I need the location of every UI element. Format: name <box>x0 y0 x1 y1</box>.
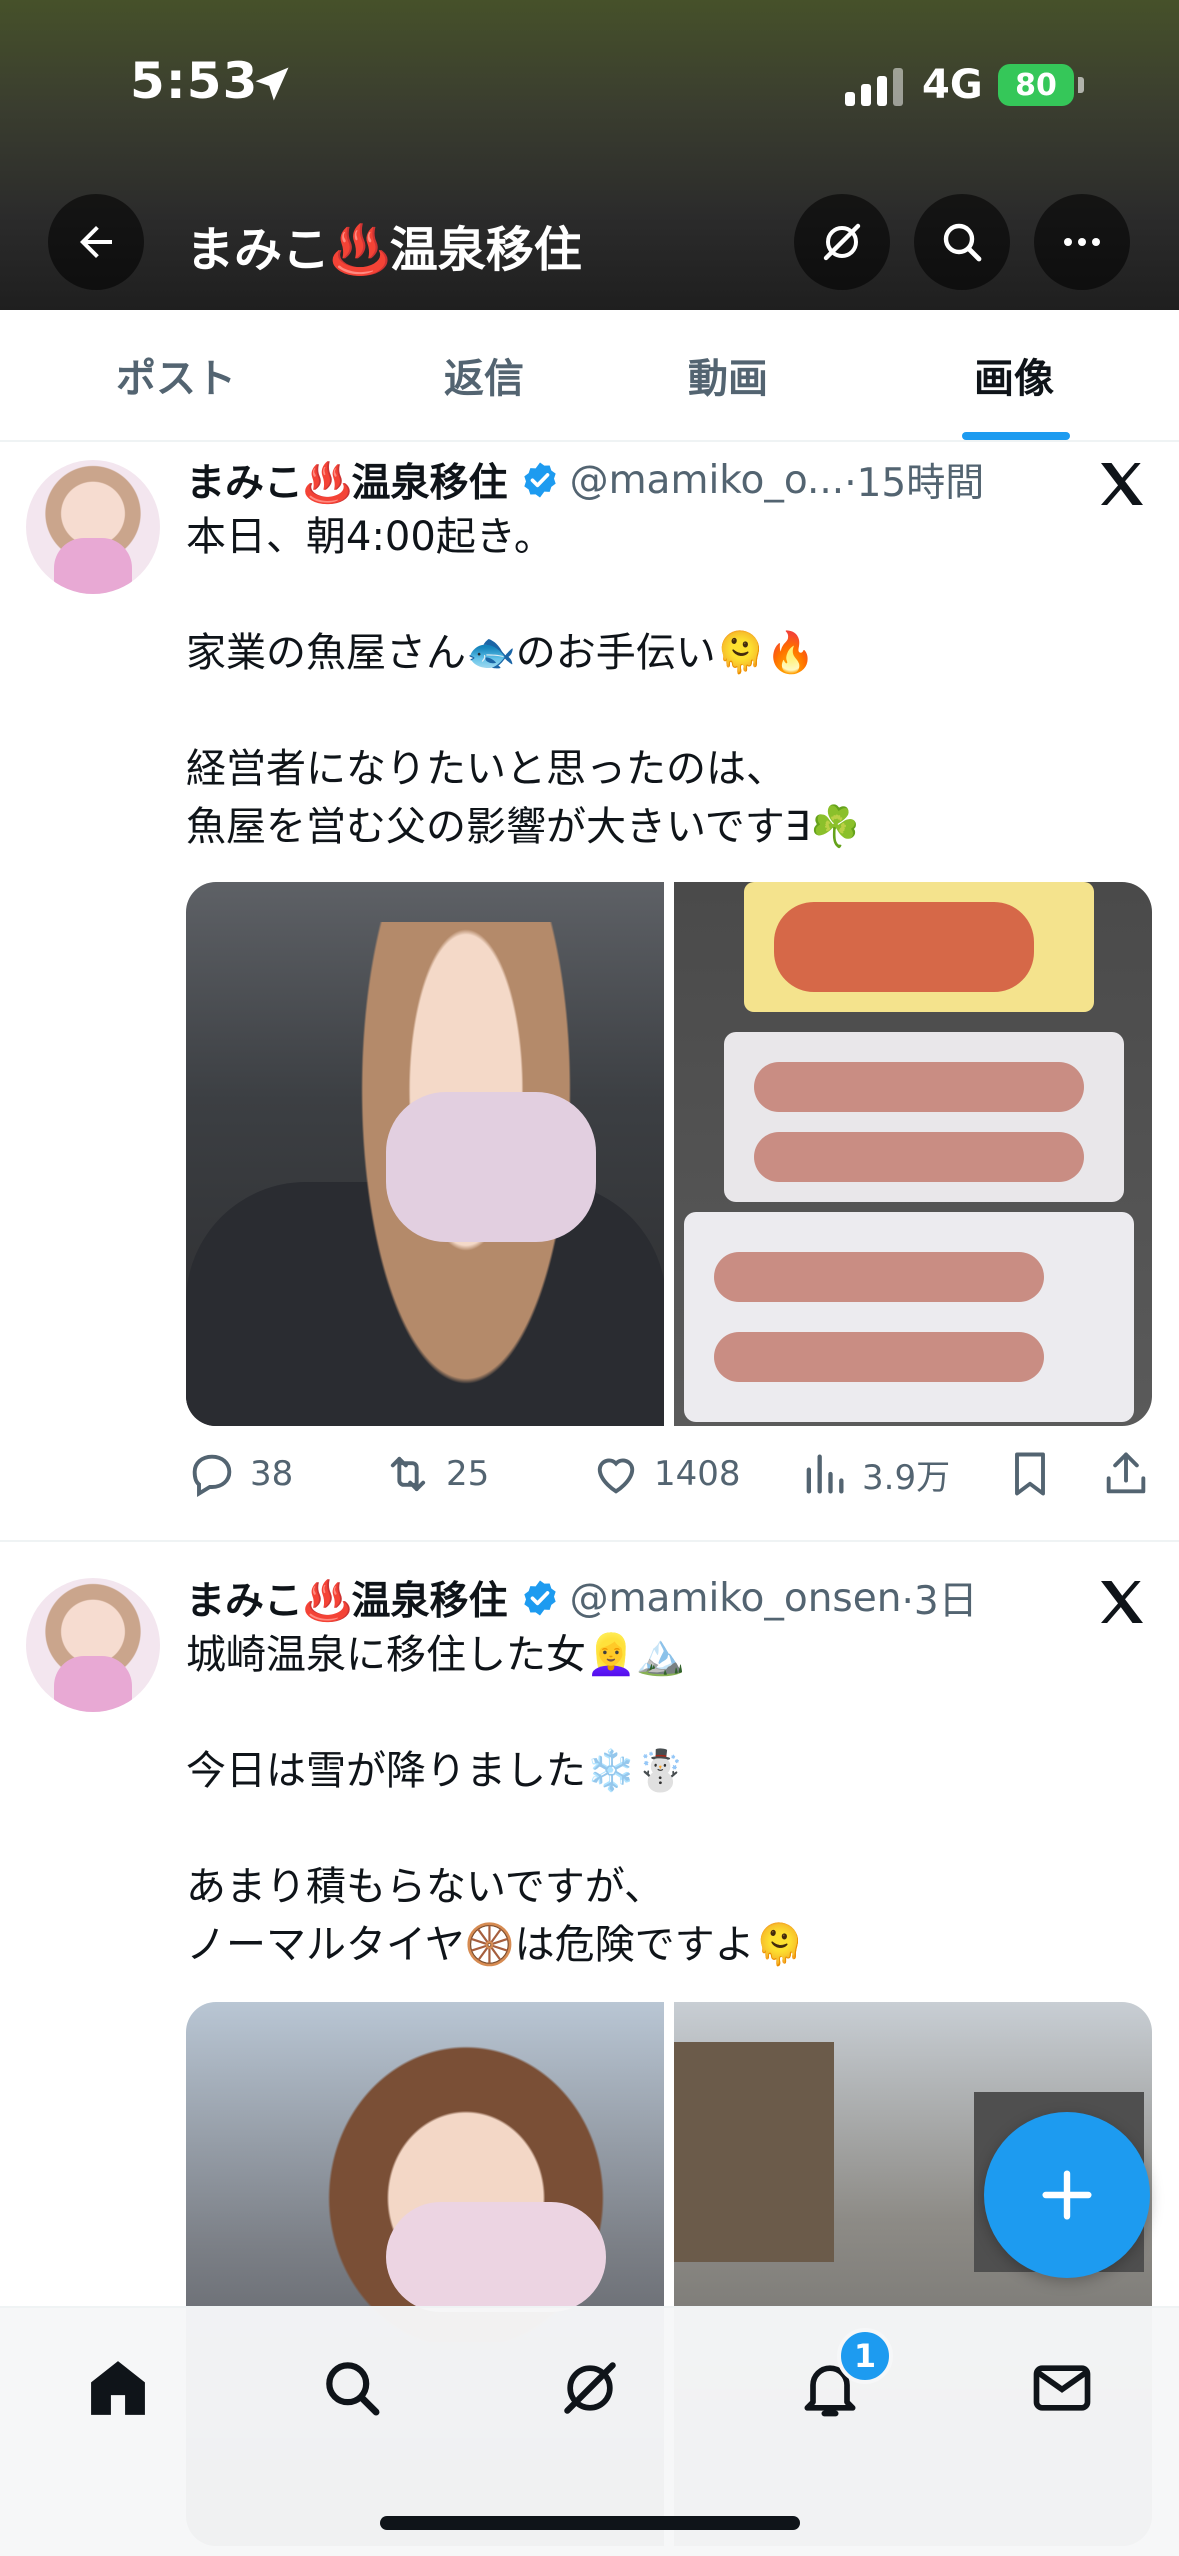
tab-images[interactable]: 画像 <box>974 346 1054 404</box>
repost-button[interactable]: 25 <box>382 1448 489 1500</box>
nav-search[interactable] <box>312 2348 392 2428</box>
active-tab-indicator <box>962 432 1070 440</box>
post-text: 本日、朝4:00起き。 家業の魚屋さん🐟のお手伝い🫠🔥 経営者になりたいと思った… <box>186 514 860 850</box>
back-arrow-icon <box>80 226 112 258</box>
x-logo-icon[interactable] <box>1094 1574 1150 1630</box>
share-button[interactable] <box>1100 1448 1152 1500</box>
post-author-handle[interactable]: @mamiko_onsen <box>570 1576 902 1621</box>
profile-tabs: ポスト 返信 動画 画像 <box>0 310 1179 442</box>
compose-post-button[interactable] <box>984 2112 1150 2278</box>
mail-icon <box>1033 2365 1091 2411</box>
grok-icon <box>823 223 861 261</box>
search-icon <box>326 2362 380 2416</box>
nav-messages[interactable] <box>1022 2348 1102 2428</box>
tab-posts[interactable]: ポスト <box>116 346 236 404</box>
profile-header: 5:53 4G 80 まみこ♨️温泉移住 <box>0 0 1179 310</box>
post-author-name[interactable]: まみこ♨️温泉移住 <box>186 452 508 508</box>
share-icon <box>1106 1452 1146 1494</box>
battery-tip <box>1078 77 1084 93</box>
views-button[interactable]: 3.9万 <box>798 1448 950 1500</box>
more-button[interactable] <box>1034 194 1130 290</box>
notification-badge: 1 <box>837 2328 893 2384</box>
post-image[interactable] <box>186 882 664 1426</box>
more-dots-icon <box>1064 238 1100 246</box>
like-count: 1408 <box>654 1454 741 1494</box>
post-item[interactable]: まみこ♨️温泉移住 @mamiko_o... ·15時間 本日、朝4:00起き。… <box>0 442 1179 1542</box>
analytics-icon <box>806 1454 844 1494</box>
reply-icon <box>192 1454 232 1497</box>
post-text: 城崎温泉に移住した女👱‍♀️🏔️ 今日は雪が降りました❄️☃️ あまり積もらない… <box>186 1632 805 1968</box>
avatar[interactable] <box>26 460 160 594</box>
bookmark-icon <box>1015 1452 1045 1496</box>
verified-badge-icon <box>523 1580 556 1616</box>
post-actions: 38 25 1408 3.9万 <box>186 1448 1152 1508</box>
reply-count: 38 <box>250 1454 294 1494</box>
tab-replies[interactable]: 返信 <box>444 346 524 404</box>
signal-icon <box>845 66 903 106</box>
view-count: 3.9万 <box>862 1457 951 1498</box>
back-button[interactable] <box>48 194 144 290</box>
heart-icon <box>597 1458 635 1494</box>
home-icon <box>91 2361 145 2415</box>
nav-grok[interactable] <box>550 2348 630 2428</box>
network-type: 4G <box>922 62 983 108</box>
post-media[interactable] <box>186 882 1152 1426</box>
post-author-name[interactable]: まみこ♨️温泉移住 <box>186 1570 508 1626</box>
grok-icon <box>564 2362 616 2414</box>
repost-icon <box>390 1456 426 1492</box>
nav-home[interactable] <box>78 2348 158 2428</box>
search-icon <box>943 223 982 262</box>
avatar[interactable] <box>26 1578 160 1712</box>
verified-badge-icon <box>523 462 556 498</box>
reply-button[interactable]: 38 <box>186 1448 293 1500</box>
status-time: 5:53 <box>130 52 259 110</box>
repost-count: 25 <box>446 1454 490 1494</box>
post-time: ·3日 <box>901 1579 978 1624</box>
x-logo-icon[interactable] <box>1094 456 1150 512</box>
tab-videos[interactable]: 動画 <box>688 346 768 404</box>
post-author-handle[interactable]: @mamiko_o... <box>570 458 845 503</box>
location-arrow-icon <box>255 67 289 101</box>
header-title: まみこ♨️温泉移住 <box>186 222 582 278</box>
battery-icon: 80 <box>998 64 1074 106</box>
like-button[interactable]: 1408 <box>590 1448 741 1500</box>
post-image[interactable] <box>674 882 1152 1426</box>
home-indicator <box>380 2516 800 2530</box>
grok-button[interactable] <box>794 194 890 290</box>
plus-icon <box>1042 2170 1092 2220</box>
search-button[interactable] <box>914 194 1010 290</box>
post-divider <box>0 1540 1179 1542</box>
post-time: ·15時間 <box>844 461 985 506</box>
bookmark-button[interactable] <box>1004 1448 1056 1500</box>
battery-level: 80 <box>1015 67 1057 103</box>
